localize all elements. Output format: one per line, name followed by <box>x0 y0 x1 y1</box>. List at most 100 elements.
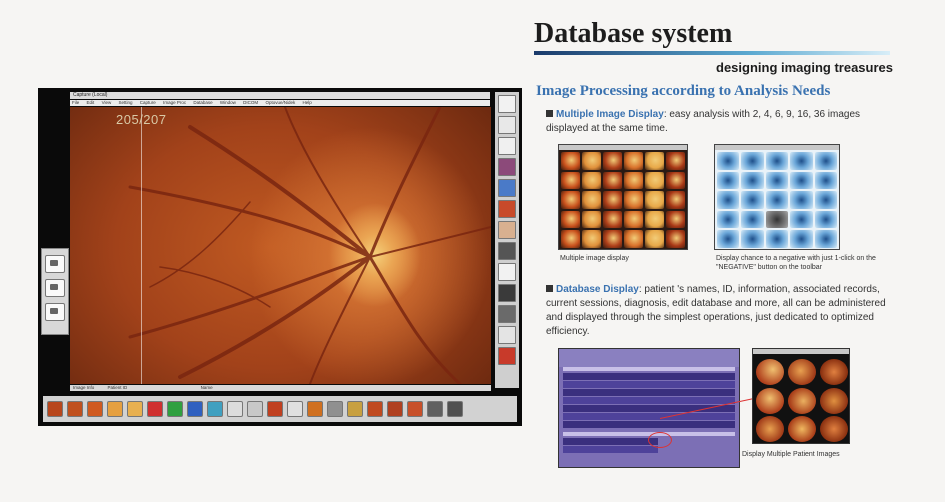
fundus-thumb[interactable] <box>603 191 622 209</box>
negative-thumb[interactable] <box>814 191 837 209</box>
fundus-thumb[interactable] <box>603 152 622 170</box>
negative-icon[interactable] <box>207 401 223 417</box>
tools-icon[interactable] <box>498 116 516 134</box>
camera-icon[interactable] <box>45 279 65 297</box>
patient-fundus-thumb[interactable] <box>756 388 784 414</box>
fundus-thumb[interactable] <box>624 152 643 170</box>
negative-thumb[interactable] <box>814 152 837 170</box>
fundus-thumb[interactable] <box>666 210 685 229</box>
user-icon[interactable] <box>498 284 516 302</box>
patient-fundus-thumb[interactable] <box>788 388 816 414</box>
fundus-thumb[interactable] <box>666 171 685 190</box>
fundus-thumb-icon[interactable] <box>47 401 63 417</box>
negative-thumb[interactable] <box>741 230 764 248</box>
negative-thumb[interactable] <box>717 152 740 170</box>
menu-capture[interactable]: Capture <box>140 100 156 105</box>
enhance-icon[interactable] <box>498 200 516 218</box>
negative-thumb[interactable] <box>814 171 837 190</box>
blue-filter-icon[interactable] <box>187 401 203 417</box>
fundus-thumb[interactable] <box>666 152 685 170</box>
print-icon[interactable] <box>427 401 443 417</box>
db-table-row[interactable] <box>563 397 735 404</box>
red-filter-icon[interactable] <box>147 401 163 417</box>
negative-thumb[interactable] <box>790 152 813 170</box>
negative-thumb[interactable] <box>741 171 764 190</box>
patient-fundus-thumb[interactable] <box>820 416 848 442</box>
pen-icon[interactable] <box>327 401 343 417</box>
fundus-thumb[interactable] <box>561 152 580 170</box>
fundus-thumb[interactable] <box>582 152 601 170</box>
fundus-thumb-icon[interactable] <box>387 401 403 417</box>
negative-thumb[interactable] <box>790 230 813 248</box>
fundus-thumb[interactable] <box>603 230 622 248</box>
rotate-icon[interactable] <box>287 401 303 417</box>
db-table-row[interactable] <box>563 381 735 388</box>
fundus-thumb-icon[interactable] <box>87 401 103 417</box>
fundus-measure-line[interactable] <box>141 107 142 384</box>
negative-thumb[interactable] <box>814 210 837 229</box>
fundus-thumb[interactable] <box>624 191 643 209</box>
disc-icon[interactable] <box>498 305 516 323</box>
db-table-row[interactable] <box>563 446 658 453</box>
fundus-thumb[interactable] <box>645 191 664 209</box>
negative-thumb[interactable] <box>765 230 789 248</box>
db-table-row[interactable] <box>563 373 735 380</box>
fundus-thumb[interactable] <box>582 171 601 190</box>
fundus-thumb-icon[interactable] <box>67 401 83 417</box>
negative-thumb[interactable] <box>717 230 740 248</box>
negative-thumb[interactable] <box>717 191 740 209</box>
menu-setting[interactable]: Setting <box>119 100 133 105</box>
fundus-thumb[interactable] <box>561 171 580 190</box>
menu-window[interactable]: Window <box>220 100 236 105</box>
negative-thumb[interactable] <box>741 152 764 170</box>
menu-file[interactable]: File <box>72 100 79 105</box>
fundus-thumb-icon[interactable] <box>407 401 423 417</box>
menu-optovue[interactable]: Optovue/Nidek <box>265 100 295 105</box>
negative-thumb[interactable] <box>717 171 740 190</box>
hand-icon[interactable] <box>498 326 516 344</box>
fundus-thumb-icon[interactable] <box>107 401 123 417</box>
highlight-icon[interactable] <box>307 401 323 417</box>
negative-thumb[interactable] <box>765 191 789 209</box>
camera-icon[interactable] <box>45 303 65 321</box>
fundus-thumb[interactable] <box>561 210 580 229</box>
fundus-thumb[interactable] <box>624 230 643 248</box>
patient-fundus-thumb[interactable] <box>820 388 848 414</box>
fundus-thumb[interactable] <box>645 171 664 190</box>
negative-thumb[interactable] <box>814 230 837 248</box>
fundus-image-viewer[interactable]: 205/207 <box>70 107 491 384</box>
fundus-thumb[interactable] <box>645 152 664 170</box>
menu-image-proc[interactable]: Image Proc <box>163 100 186 105</box>
fundus-thumb-icon[interactable] <box>127 401 143 417</box>
db-table-row[interactable] <box>563 421 735 428</box>
fundus-thumb[interactable] <box>603 171 622 190</box>
save-icon[interactable] <box>498 95 516 113</box>
exit-icon[interactable] <box>498 347 516 365</box>
negative-thumb[interactable] <box>741 191 764 209</box>
negative-thumb[interactable] <box>765 210 789 229</box>
slideshow-icon[interactable] <box>347 401 363 417</box>
edit-icon[interactable] <box>498 263 516 281</box>
export-icon[interactable] <box>447 401 463 417</box>
fundus-thumb[interactable] <box>582 191 601 209</box>
fundus-thumb-icon[interactable] <box>267 401 283 417</box>
fundus-thumb[interactable] <box>624 171 643 190</box>
menu-view[interactable]: View <box>102 100 112 105</box>
fundus-thumb[interactable] <box>603 210 622 229</box>
anchor-icon[interactable] <box>227 401 243 417</box>
stack-icon[interactable] <box>498 179 516 197</box>
fundus-thumb[interactable] <box>561 191 580 209</box>
compare-icon[interactable] <box>498 242 516 260</box>
compare-icon[interactable] <box>367 401 383 417</box>
patient-fundus-thumb[interactable] <box>756 359 784 385</box>
negative-thumb[interactable] <box>765 171 789 190</box>
negative-thumb[interactable] <box>790 171 813 190</box>
crop-icon[interactable] <box>498 221 516 239</box>
flip-icon[interactable] <box>247 401 263 417</box>
negative-thumb[interactable] <box>790 191 813 209</box>
db-table-row[interactable] <box>563 413 735 420</box>
fundus-thumb[interactable] <box>582 230 601 248</box>
db-table-row[interactable] <box>563 389 735 396</box>
fundus-thumb[interactable] <box>645 230 664 248</box>
green-filter-icon[interactable] <box>167 401 183 417</box>
